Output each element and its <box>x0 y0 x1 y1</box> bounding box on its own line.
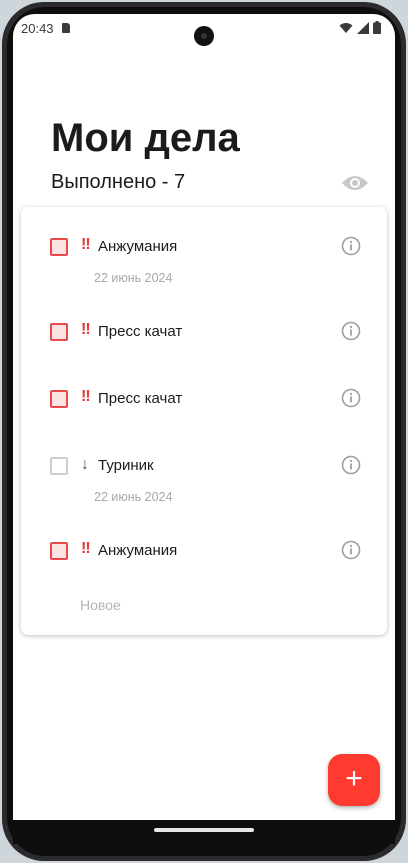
sim-card-icon <box>62 23 70 33</box>
task-checkbox[interactable] <box>50 390 68 408</box>
priority-high-icon: ‼ <box>81 388 91 405</box>
task-item[interactable]: ‼ Пресс качат <box>21 317 387 357</box>
task-checkbox[interactable] <box>50 457 68 475</box>
info-icon[interactable] <box>341 236 361 256</box>
task-text: Анжумания <box>98 238 178 255</box>
signal-icon <box>357 21 369 34</box>
task-item[interactable]: ‼ Анжумания <box>21 536 387 576</box>
page-title: Мои дела <box>51 116 240 160</box>
task-text: Пресс качат <box>98 390 183 407</box>
navigation-bar <box>13 820 395 844</box>
task-text: Туриник <box>98 457 154 474</box>
task-checkbox[interactable] <box>50 542 68 560</box>
priority-high-icon: ‼ <box>81 321 91 338</box>
task-item[interactable]: ‼ Анжумания 22 июнь 2024 <box>21 232 387 285</box>
priority-high-icon: ‼ <box>81 540 91 557</box>
task-text: Анжумания <box>98 542 178 559</box>
info-icon[interactable] <box>341 540 361 560</box>
task-deadline: 22 июнь 2024 <box>94 490 173 504</box>
priority-low-icon: ↓ <box>81 456 89 473</box>
wifi-icon <box>339 22 353 33</box>
status-icons <box>339 21 381 34</box>
add-task-button[interactable]: + <box>328 754 380 806</box>
home-indicator[interactable] <box>154 828 254 832</box>
eye-icon[interactable] <box>341 172 369 194</box>
task-text: Пресс качат <box>98 323 183 340</box>
task-checkbox[interactable] <box>50 238 68 256</box>
task-deadline: 22 июнь 2024 <box>94 271 173 285</box>
plus-icon: + <box>345 761 363 795</box>
front-camera <box>194 26 214 46</box>
info-icon[interactable] <box>341 321 361 341</box>
task-checkbox[interactable] <box>50 323 68 341</box>
info-icon[interactable] <box>341 388 361 408</box>
status-bar: 20:43 <box>13 14 395 46</box>
status-time: 20:43 <box>21 21 54 36</box>
app-screen: 20:43 Мои дела Выполнено - 7 ‼ Анжумания <box>13 14 395 820</box>
task-list-card: ‼ Анжумания 22 июнь 2024 ‼ Пресс качат ‼… <box>21 207 387 635</box>
new-task-button[interactable]: Новое <box>80 597 121 613</box>
priority-high-icon: ‼ <box>81 236 91 253</box>
info-icon[interactable] <box>341 455 361 475</box>
task-item[interactable]: ↓ Туриник 22 июнь 2024 <box>21 451 387 504</box>
completed-count: Выполнено - 7 <box>51 171 186 193</box>
battery-icon <box>373 21 381 34</box>
task-item[interactable]: ‼ Пресс качат <box>21 384 387 424</box>
